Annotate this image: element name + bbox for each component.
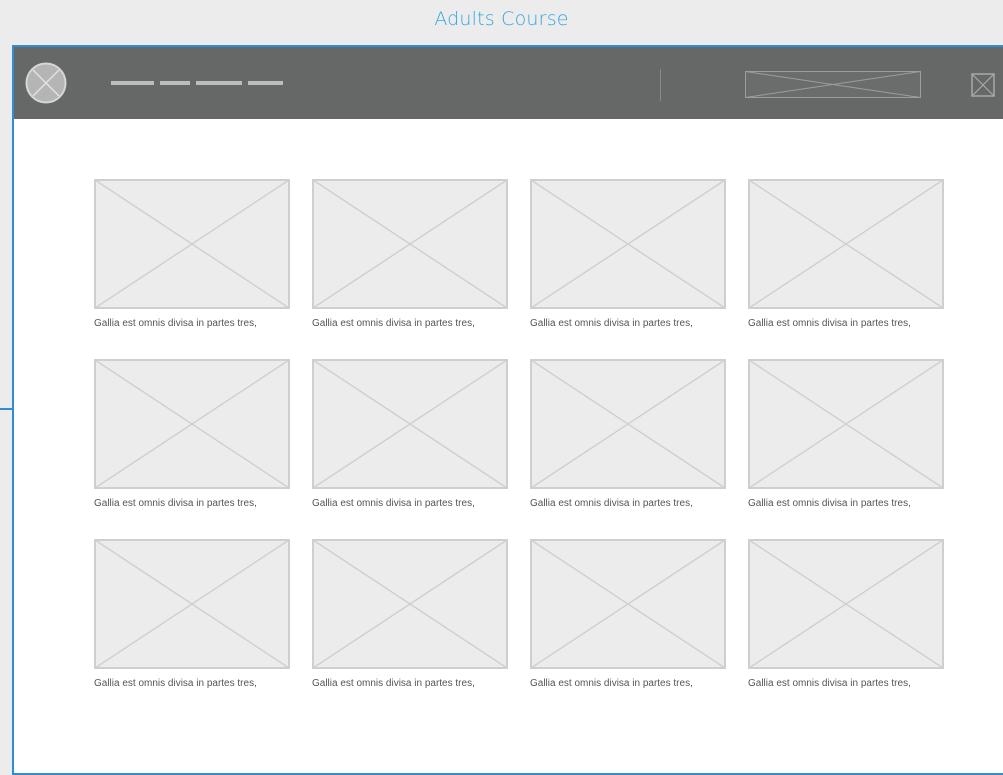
- image-placeholder-icon[interactable]: [530, 539, 726, 669]
- image-placeholder-icon[interactable]: [748, 359, 944, 489]
- card-caption: Gallia est omnis divisa in partes tres,: [748, 318, 911, 329]
- course-card[interactable]: Gallia est omnis divisa in partes tres,: [312, 539, 508, 719]
- course-card[interactable]: Gallia est omnis divisa in partes tres,: [94, 359, 290, 539]
- card-caption: Gallia est omnis divisa in partes tres,: [94, 678, 257, 689]
- course-gallery: Gallia est omnis divisa in partes tres, G…: [94, 179, 944, 719]
- banner-placeholder-icon[interactable]: [745, 71, 921, 98]
- card-caption: Gallia est omnis divisa in partes tres,: [312, 498, 475, 509]
- card-caption: Gallia est omnis divisa in partes tres,: [748, 498, 911, 509]
- nav-item-placeholder[interactable]: [196, 81, 242, 85]
- course-card[interactable]: Gallia est omnis divisa in partes tres,: [530, 539, 726, 719]
- image-placeholder-icon[interactable]: [748, 179, 944, 309]
- course-card[interactable]: Gallia est omnis divisa in partes tres,: [312, 359, 508, 539]
- card-caption: Gallia est omnis divisa in partes tres,: [94, 318, 257, 329]
- side-connector-line: [0, 408, 12, 410]
- card-caption: Gallia est omnis divisa in partes tres,: [530, 498, 693, 509]
- card-caption: Gallia est omnis divisa in partes tres,: [530, 678, 693, 689]
- card-caption: Gallia est omnis divisa in partes tres,: [312, 678, 475, 689]
- card-caption: Gallia est omnis divisa in partes tres,: [530, 318, 693, 329]
- course-card[interactable]: Gallia est omnis divisa in partes tres,: [530, 359, 726, 539]
- course-card[interactable]: Gallia est omnis divisa in partes tres,: [530, 179, 726, 359]
- page-title: Adults Course: [434, 8, 569, 30]
- nav-item-placeholder[interactable]: [248, 81, 283, 85]
- card-caption: Gallia est omnis divisa in partes tres,: [312, 318, 475, 329]
- logo-placeholder-icon[interactable]: [25, 62, 67, 104]
- course-card[interactable]: Gallia est omnis divisa in partes tres,: [748, 359, 944, 539]
- image-placeholder-icon[interactable]: [94, 359, 290, 489]
- course-card[interactable]: Gallia est omnis divisa in partes tres,: [94, 539, 290, 719]
- image-placeholder-icon[interactable]: [530, 359, 726, 489]
- nav-menu-placeholder[interactable]: [111, 81, 283, 85]
- card-caption: Gallia est omnis divisa in partes tres,: [94, 498, 257, 509]
- image-placeholder-icon[interactable]: [312, 359, 508, 489]
- course-card[interactable]: Gallia est omnis divisa in partes tres,: [94, 179, 290, 359]
- image-placeholder-icon[interactable]: [312, 539, 508, 669]
- image-placeholder-icon[interactable]: [94, 539, 290, 669]
- image-placeholder-icon[interactable]: [748, 539, 944, 669]
- image-placeholder-icon[interactable]: [94, 179, 290, 309]
- nav-item-placeholder[interactable]: [160, 81, 190, 85]
- nav-item-placeholder[interactable]: [111, 81, 154, 85]
- image-placeholder-icon[interactable]: [312, 179, 508, 309]
- close-icon[interactable]: [971, 73, 995, 97]
- top-toolbar: [14, 47, 1003, 119]
- toolbar-divider: [660, 69, 661, 101]
- course-card[interactable]: Gallia est omnis divisa in partes tres,: [748, 539, 944, 719]
- course-card[interactable]: Gallia est omnis divisa in partes tres,: [748, 179, 944, 359]
- card-caption: Gallia est omnis divisa in partes tres,: [748, 678, 911, 689]
- image-placeholder-icon[interactable]: [530, 179, 726, 309]
- course-card[interactable]: Gallia est omnis divisa in partes tres,: [312, 179, 508, 359]
